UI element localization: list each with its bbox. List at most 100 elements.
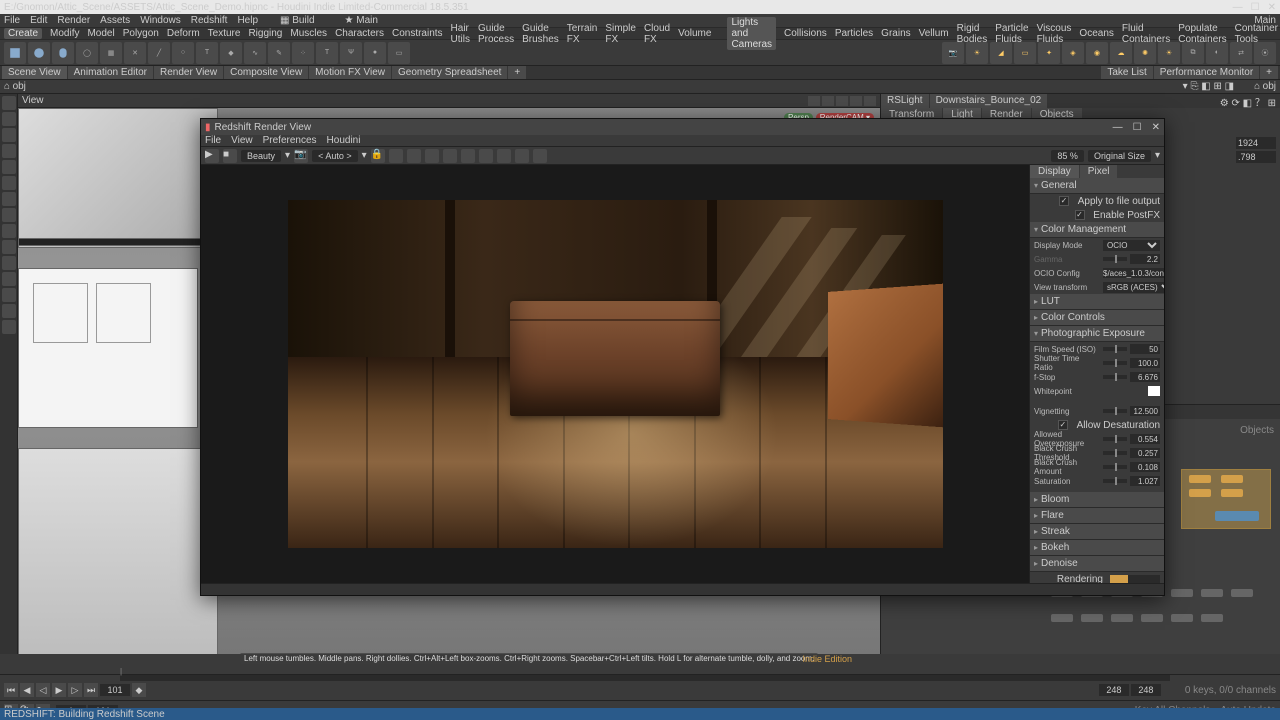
zoom-pct[interactable]: 85 %: [1051, 150, 1084, 162]
shelf-tab[interactable]: Constraints: [392, 28, 443, 39]
mode-dropdown[interactable]: < Auto >: [312, 150, 358, 162]
displaymode-select[interactable]: OCIO: [1103, 240, 1160, 251]
tab-compview[interactable]: Composite View: [224, 66, 308, 79]
home-icon[interactable]: ⌂: [4, 81, 10, 92]
shelf-tab[interactable]: Texture: [208, 28, 241, 39]
shelf-tab[interactable]: Muscles: [290, 28, 327, 39]
parm-node-name[interactable]: Downstairs_Bounce_02: [930, 94, 1048, 108]
snapshot-icon[interactable]: 📷: [294, 149, 308, 163]
section-colorcontrols[interactable]: Color Controls: [1030, 310, 1164, 326]
shelf-tab[interactable]: Simple FX: [605, 23, 636, 45]
key-icon[interactable]: ◆: [132, 683, 146, 697]
shelf-tab[interactable]: Collisions: [784, 28, 827, 39]
tool-metaball[interactable]: ●: [364, 42, 386, 64]
rv-menu-prefs[interactable]: Preferences: [263, 135, 317, 146]
snap-tool-icon[interactable]: [2, 160, 16, 174]
tool-icon[interactable]: [2, 224, 16, 238]
tool-tube[interactable]: [52, 42, 74, 64]
tool-icon[interactable]: [2, 208, 16, 222]
tool-icon[interactable]: [2, 256, 16, 270]
tab-geospread[interactable]: Geometry Spreadsheet: [392, 66, 507, 79]
minimize-icon[interactable]: —: [1113, 122, 1123, 133]
parm-tools[interactable]: ⚙ ⟳ ◧ ？ ⊞: [1216, 94, 1280, 108]
checkbox-postfx[interactable]: [1075, 210, 1085, 220]
menu-windows[interactable]: Windows: [140, 15, 181, 26]
shelf-tab[interactable]: Rigging: [248, 28, 282, 39]
scale-tool-icon[interactable]: [2, 144, 16, 158]
section-bloom[interactable]: Bloom: [1030, 492, 1164, 508]
tool-sphere[interactable]: [28, 42, 50, 64]
tool-camera[interactable]: 📷: [942, 42, 964, 64]
prev-frame-icon[interactable]: ◀: [20, 683, 34, 697]
tool-font2[interactable]: T: [316, 42, 338, 64]
tool-skylight[interactable]: ☁: [1110, 42, 1132, 64]
shelf-tab[interactable]: Terrain FX: [567, 23, 598, 45]
tool-icon[interactable]: [443, 149, 457, 163]
next-frame-icon[interactable]: ▷: [68, 683, 82, 697]
tool-icon[interactable]: [515, 149, 529, 163]
shelf-tab[interactable]: Model: [87, 28, 114, 39]
timeline-track[interactable]: |: [120, 675, 1170, 681]
tool-icon[interactable]: [497, 149, 511, 163]
tool-box[interactable]: [4, 42, 26, 64]
blackamt-input[interactable]: [1130, 462, 1160, 472]
section-denoise[interactable]: Denoise: [1030, 556, 1164, 572]
maximize-icon[interactable]: ☐: [1133, 122, 1142, 133]
tool-physlight[interactable]: ✺: [1134, 42, 1156, 64]
tool-circle[interactable]: ○: [172, 42, 194, 64]
tool-portallight[interactable]: ◈: [1062, 42, 1084, 64]
menu-assets[interactable]: Assets: [100, 15, 130, 26]
tab-takelist[interactable]: Take List: [1101, 66, 1152, 79]
end-input2[interactable]: [1131, 684, 1161, 696]
select-tool-icon[interactable]: [2, 96, 16, 110]
shelf-tab[interactable]: Oceans: [1079, 28, 1113, 39]
tool-icon[interactable]: [479, 149, 493, 163]
view-tool-icon[interactable]: [864, 96, 876, 106]
tool-icon[interactable]: [2, 176, 16, 190]
tool-icon[interactable]: [389, 149, 403, 163]
vignette-input[interactable]: [1130, 406, 1160, 416]
render-button[interactable]: ▶: [205, 149, 219, 163]
close-icon[interactable]: ✕: [1152, 122, 1160, 133]
shelf-tab[interactable]: Lights and Cameras: [727, 17, 776, 50]
size-dropdown[interactable]: Original Size: [1088, 150, 1151, 162]
rv-menu-file[interactable]: File: [205, 135, 221, 146]
menu-help[interactable]: Help: [237, 15, 258, 26]
shelf-tab[interactable]: Characters: [335, 28, 384, 39]
view-tool-icon[interactable]: [808, 96, 820, 106]
tab-perfmon[interactable]: Performance Monitor: [1154, 66, 1259, 79]
tool-icon[interactable]: [2, 288, 16, 302]
tool-icon[interactable]: [461, 149, 475, 163]
aov-dropdown[interactable]: Beauty: [241, 150, 281, 162]
shelf-tab[interactable]: Cloud FX: [644, 23, 670, 45]
view-tool-icon[interactable]: [836, 96, 848, 106]
lock-icon[interactable]: 🔒: [371, 149, 385, 163]
tool-icon[interactable]: [2, 240, 16, 254]
shelf-tab[interactable]: Deform: [167, 28, 200, 39]
move-tool-icon[interactable]: [2, 112, 16, 126]
tool-file[interactable]: ▭: [388, 42, 410, 64]
tool-pointlight[interactable]: ✦: [1038, 42, 1060, 64]
tool-stereocam[interactable]: ⧉: [1182, 42, 1204, 64]
tool-icon[interactable]: [407, 149, 421, 163]
tool-null[interactable]: ✕: [124, 42, 146, 64]
parm-tab[interactable]: RSLight: [881, 94, 929, 108]
tab-renderview[interactable]: Render View: [154, 66, 223, 79]
blackthresh-input[interactable]: [1130, 448, 1160, 458]
stop-button[interactable]: ■: [223, 149, 237, 163]
section-lut[interactable]: LUT: [1030, 294, 1164, 310]
tool-icon[interactable]: [533, 149, 547, 163]
shelf-tab[interactable]: Volume: [678, 28, 711, 39]
menu-redshift[interactable]: Redshift: [191, 15, 228, 26]
rv-tab-display[interactable]: Display: [1030, 165, 1079, 178]
shelf-tab[interactable]: Guide Brushes: [522, 23, 559, 45]
saturation-input[interactable]: [1130, 476, 1160, 486]
tool-line[interactable]: ╱: [148, 42, 170, 64]
view-tool-icon[interactable]: [822, 96, 834, 106]
shelf-tab[interactable]: Hair Utils: [451, 23, 470, 45]
close-icon[interactable]: ✕: [1268, 2, 1276, 13]
shelf-tab[interactable]: Create: [4, 28, 42, 39]
shelf-tab[interactable]: Modify: [50, 28, 79, 39]
tool-rig[interactable]: ⦿: [1254, 42, 1276, 64]
view-label[interactable]: View: [22, 95, 44, 106]
